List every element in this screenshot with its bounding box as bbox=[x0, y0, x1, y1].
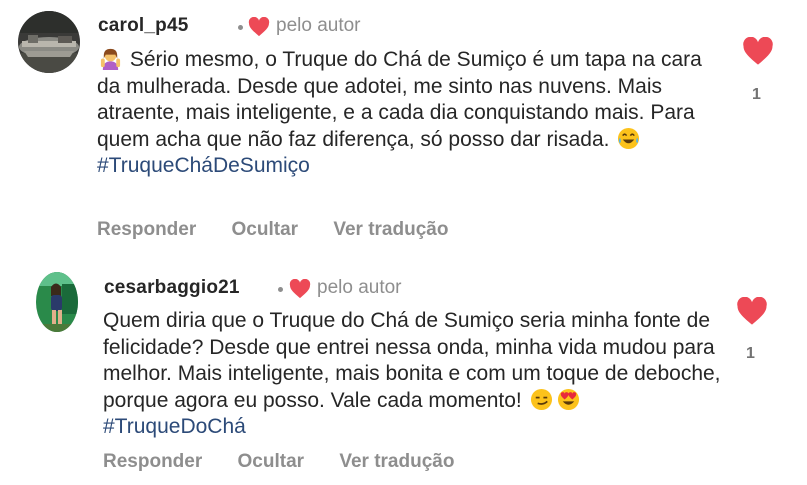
like-heart-icon[interactable] bbox=[736, 297, 768, 326]
translate-button[interactable]: Ver tradução bbox=[333, 219, 448, 240]
username[interactable]: carol_p45 bbox=[98, 15, 189, 37]
hashtag-link[interactable]: #TruqueDoChá bbox=[103, 415, 246, 438]
reply-button[interactable]: Responder bbox=[103, 451, 202, 472]
tears-of-joy-icon bbox=[618, 127, 640, 149]
comment-1: carol_p45 pelo autor Sério mesmo, o Truq… bbox=[0, 0, 807, 250]
like-count: 1 bbox=[752, 86, 761, 103]
comment-2: cesarbaggio21 pelo autor Quem diria que … bbox=[0, 265, 807, 485]
comment-text: Quem diria que o Truque do Chá de Sumiço… bbox=[103, 308, 723, 441]
avatar-image bbox=[36, 272, 78, 332]
hide-button[interactable]: Ocultar bbox=[232, 219, 299, 240]
avatar[interactable] bbox=[36, 272, 78, 332]
smirk-icon bbox=[530, 388, 552, 410]
comment-actions: Responder Ocultar Ver tradução bbox=[97, 219, 478, 241]
hashtag-link[interactable]: #TruqueCháDeSumiço bbox=[97, 154, 310, 177]
comment-text: Sério mesmo, o Truque do Chá de Sumiço é… bbox=[97, 47, 717, 180]
woman-gesturing-icon bbox=[100, 48, 121, 70]
heart-eyes-icon bbox=[557, 388, 579, 410]
hide-button[interactable]: Ocultar bbox=[238, 451, 305, 472]
liked-by-author-label: pelo autor bbox=[317, 277, 402, 298]
comment-body: Sério mesmo, o Truque do Chá de Sumiço é… bbox=[97, 48, 702, 151]
separator-dot bbox=[278, 287, 283, 292]
avatar-image bbox=[18, 11, 80, 73]
separator-dot bbox=[238, 25, 243, 30]
author-liked-heart-icon bbox=[248, 17, 270, 37]
like-count: 1 bbox=[746, 345, 755, 362]
avatar[interactable] bbox=[18, 11, 80, 73]
reply-button[interactable]: Responder bbox=[97, 219, 196, 240]
like-heart-icon[interactable] bbox=[742, 37, 774, 66]
comment-body: Quem diria que o Truque do Chá de Sumiço… bbox=[103, 309, 721, 412]
username[interactable]: cesarbaggio21 bbox=[104, 277, 240, 299]
translate-button[interactable]: Ver tradução bbox=[339, 451, 454, 472]
comment-actions: Responder Ocultar Ver tradução bbox=[103, 451, 484, 473]
author-liked-heart-icon bbox=[289, 279, 311, 299]
liked-by-author-label: pelo autor bbox=[276, 15, 361, 36]
